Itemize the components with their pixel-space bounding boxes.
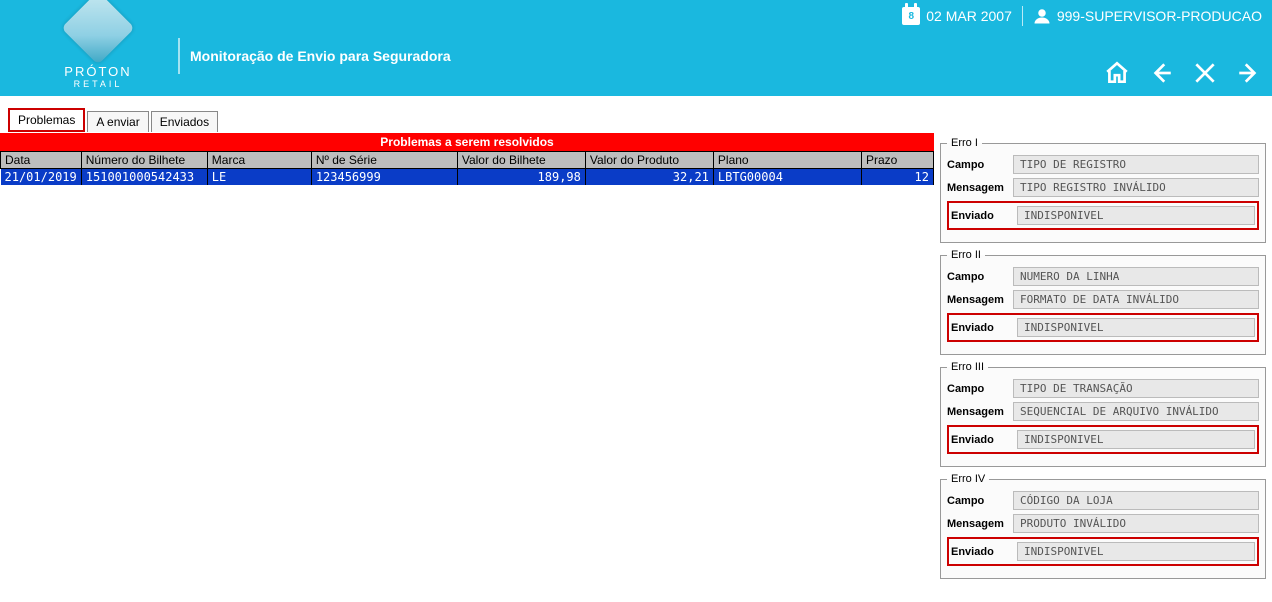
error-value-campo: TIPO DE TRANSAÇÃO (1013, 379, 1259, 398)
separator (1022, 6, 1023, 26)
forward-icon[interactable] (1236, 60, 1262, 86)
error-value-enviado: INDISPONIVEL (1017, 206, 1255, 225)
header-date: 02 MAR 2007 (926, 8, 1012, 24)
brand-name: PRÓTON (58, 64, 138, 79)
header-nav (1104, 60, 1262, 86)
error-label-enviado: Enviado (951, 434, 1011, 446)
tab-a-enviar[interactable]: A enviar (87, 111, 148, 132)
error-row-enviado: Enviado INDISPONIVEL (947, 313, 1259, 342)
error-legend: Erro III (947, 361, 988, 373)
error-legend: Erro II (947, 249, 985, 261)
error-row-enviado: Enviado INDISPONIVEL (947, 201, 1259, 230)
error-label-enviado: Enviado (951, 210, 1011, 222)
col-plano[interactable]: Plano (713, 152, 861, 169)
errors-pane: Erro I Campo TIPO DE REGISTRO Mensagem TIPO … (934, 133, 1272, 591)
error-value-enviado: INDISPONIVEL (1017, 430, 1255, 449)
error-row-mensagem: Mensagem FORMATO DE DATA INVÁLIDO (947, 290, 1259, 309)
error-row-enviado: Enviado INDISPONIVEL (947, 425, 1259, 454)
col-valor-bilhete[interactable]: Valor do Bilhete (457, 152, 585, 169)
error-value-campo: NUMERO DA LINHA (1013, 267, 1259, 286)
close-icon[interactable] (1192, 60, 1218, 86)
error-row-campo: Campo TIPO DE REGISTRO (947, 155, 1259, 174)
cell-numero: 151001000542433 (81, 169, 207, 186)
app-header: PRÓTON RETAIL Monitoração de Envio para … (0, 0, 1272, 96)
error-row-mensagem: Mensagem PRODUTO INVÁLIDO (947, 514, 1259, 533)
calendar-icon: 8 (902, 7, 920, 25)
cell-valor-produto: 32,21 (585, 169, 713, 186)
error-value-mensagem: SEQUENCIAL DE ARQUIVO INVÁLIDO (1013, 402, 1259, 421)
error-value-enviado: INDISPONIVEL (1017, 542, 1255, 561)
col-numero[interactable]: Número do Bilhete (81, 152, 207, 169)
error-label-mensagem: Mensagem (947, 406, 1007, 418)
error-legend: Erro I (947, 137, 982, 149)
error-value-mensagem: TIPO REGISTRO INVÁLIDO (1013, 178, 1259, 197)
error-group-2: Erro II Campo NUMERO DA LINHA Mensagem FORMA… (940, 249, 1266, 355)
cell-valor-bilhete: 189,98 (457, 169, 585, 186)
error-group-3: Erro III Campo TIPO DE TRANSAÇÃO Mensagem SE… (940, 361, 1266, 467)
user-icon (1033, 7, 1051, 25)
error-label-mensagem: Mensagem (947, 294, 1007, 306)
cell-prazo: 12 (861, 169, 933, 186)
header-status: 8 02 MAR 2007 999-SUPERVISOR-PRODUCAO (902, 6, 1262, 26)
tab-problemas[interactable]: Problemas (8, 108, 85, 132)
cell-plano: LBTG00004 (713, 169, 861, 186)
error-value-mensagem: PRODUTO INVÁLIDO (1013, 514, 1259, 533)
error-row-campo: Campo TIPO DE TRANSAÇÃO (947, 379, 1259, 398)
col-marca[interactable]: Marca (207, 152, 311, 169)
brand-subname: RETAIL (58, 79, 138, 89)
col-data[interactable]: Data (1, 152, 82, 169)
tab-enviados[interactable]: Enviados (151, 111, 218, 132)
error-label-mensagem: Mensagem (947, 182, 1007, 194)
grid-banner: Problemas a serem resolvidos (0, 133, 934, 151)
col-valor-produto[interactable]: Valor do Produto (585, 152, 713, 169)
cell-data: 21/01/2019 (1, 169, 82, 186)
col-serie[interactable]: Nº de Série (311, 152, 457, 169)
error-label-enviado: Enviado (951, 322, 1011, 334)
table-header-row: Data Número do Bilhete Marca Nº de Série… (1, 152, 934, 169)
error-label-campo: Campo (947, 383, 1007, 395)
page-title: Monitoração de Envio para Seguradora (190, 48, 451, 64)
error-row-enviado: Enviado INDISPONIVEL (947, 537, 1259, 566)
error-group-1: Erro I Campo TIPO DE REGISTRO Mensagem TIPO … (940, 137, 1266, 243)
tab-bar: Problemas A enviar Enviados (0, 108, 1272, 133)
error-row-mensagem: Mensagem SEQUENCIAL DE ARQUIVO INVÁLIDO (947, 402, 1259, 421)
main-content: Problemas a serem resolvidos Data Número… (0, 133, 1272, 591)
error-value-campo: CÓDIGO DA LOJA (1013, 491, 1259, 510)
error-value-mensagem: FORMATO DE DATA INVÁLIDO (1013, 290, 1259, 309)
table-row[interactable]: 21/01/2019 151001000542433 LE 123456999 … (1, 169, 934, 186)
col-prazo[interactable]: Prazo (861, 152, 933, 169)
error-group-4: Erro IV Campo CÓDIGO DA LOJA Mensagem PRODUT… (940, 473, 1266, 579)
problem-table: Data Número do Bilhete Marca Nº de Série… (0, 151, 934, 185)
error-row-mensagem: Mensagem TIPO REGISTRO INVÁLIDO (947, 178, 1259, 197)
header-user: 999-SUPERVISOR-PRODUCAO (1057, 8, 1262, 24)
error-row-campo: Campo CÓDIGO DA LOJA (947, 491, 1259, 510)
cell-marca: LE (207, 169, 311, 186)
brand-logo: PRÓTON RETAIL (58, 2, 138, 89)
problem-grid-pane: Problemas a serem resolvidos Data Número… (0, 133, 934, 185)
error-row-campo: Campo NUMERO DA LINHA (947, 267, 1259, 286)
error-label-campo: Campo (947, 271, 1007, 283)
error-label-mensagem: Mensagem (947, 518, 1007, 530)
error-value-enviado: INDISPONIVEL (1017, 318, 1255, 337)
error-label-enviado: Enviado (951, 546, 1011, 558)
logo-icon (61, 0, 135, 65)
error-label-campo: Campo (947, 495, 1007, 507)
back-icon[interactable] (1148, 60, 1174, 86)
cell-serie: 123456999 (311, 169, 457, 186)
error-value-campo: TIPO DE REGISTRO (1013, 155, 1259, 174)
error-label-campo: Campo (947, 159, 1007, 171)
home-icon[interactable] (1104, 60, 1130, 86)
error-legend: Erro IV (947, 473, 989, 485)
